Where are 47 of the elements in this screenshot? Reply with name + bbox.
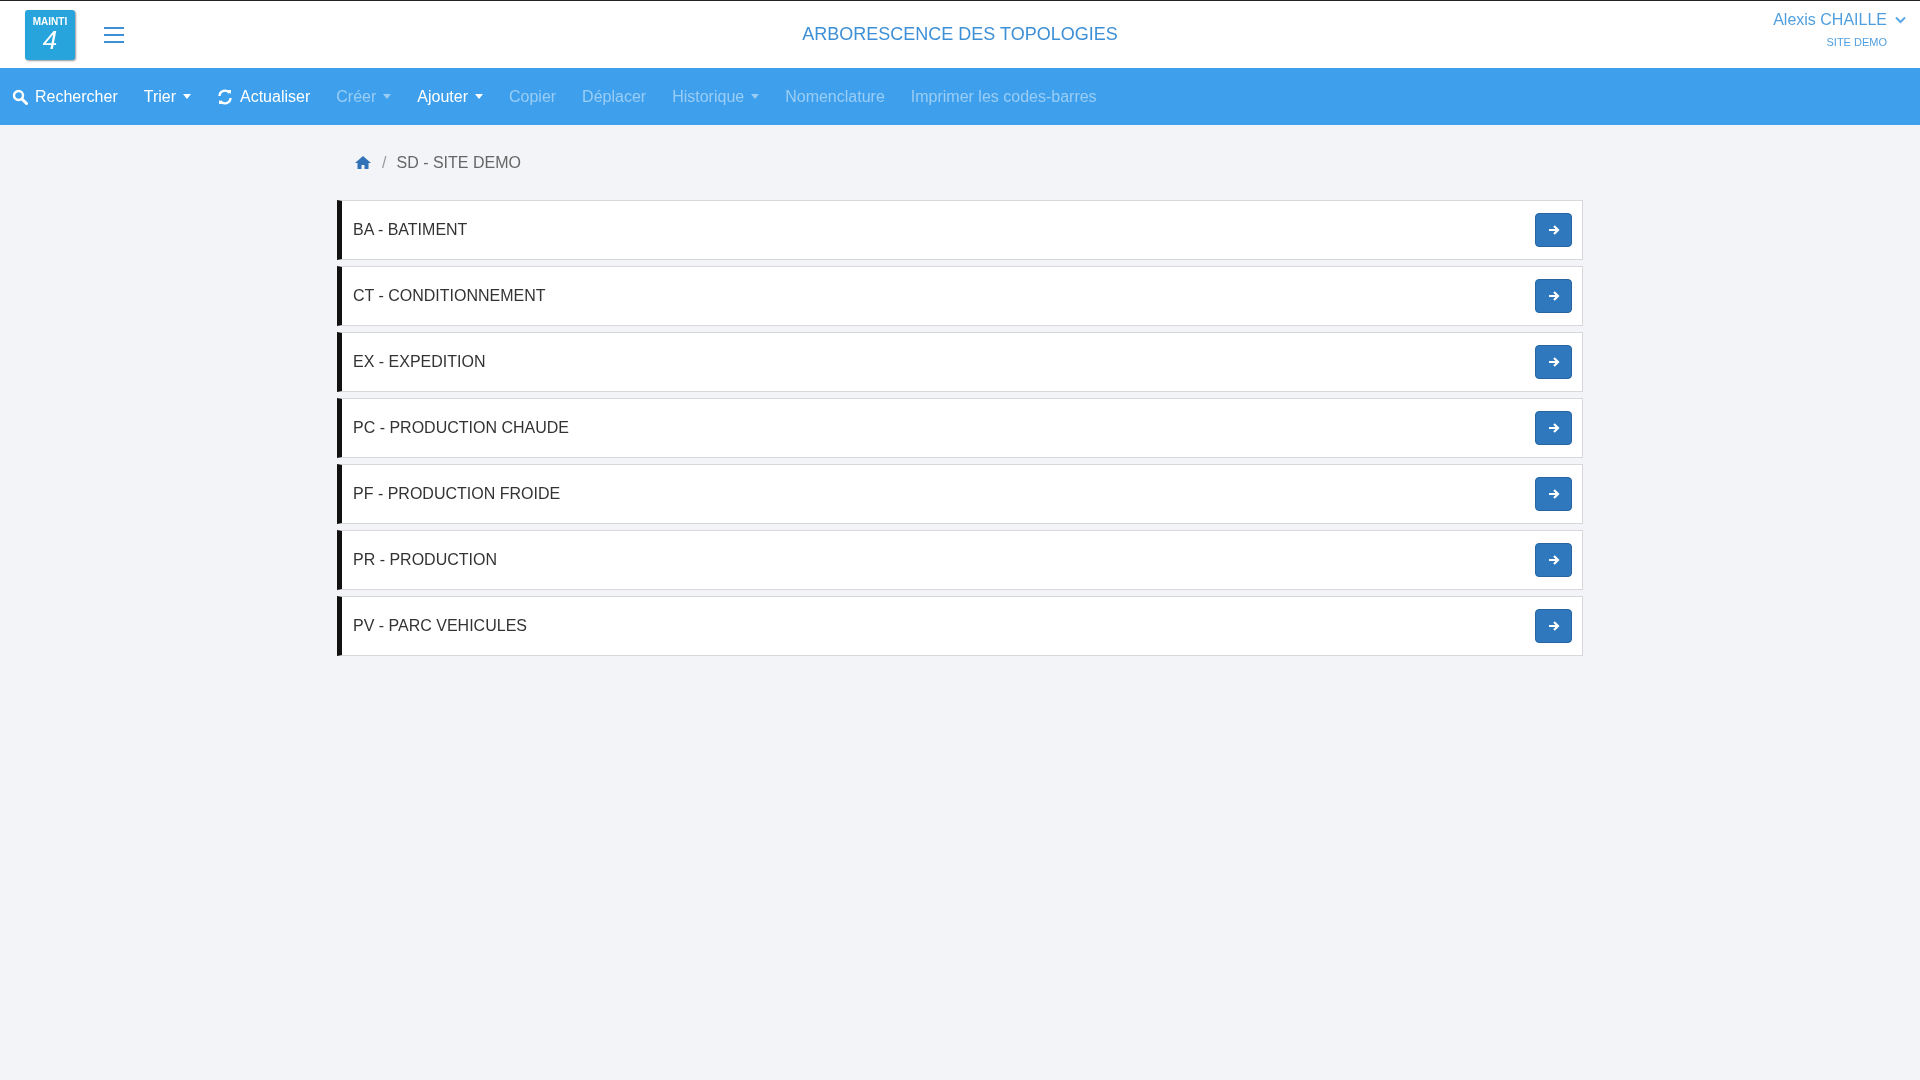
arrow-right-icon (1547, 620, 1560, 632)
list-row[interactable]: PV - PARC VEHICULES (337, 596, 1583, 656)
toolbar-button[interactable]: Ajouter (404, 68, 496, 125)
list-row[interactable]: BA - BATIMENT (337, 200, 1583, 260)
arrow-right-button[interactable] (1535, 609, 1572, 643)
row-label: PR - PRODUCTION (353, 551, 497, 569)
caret-icon (751, 94, 760, 99)
row-label: PF - PRODUCTION FROIDE (353, 485, 561, 503)
arrow-right-icon (1547, 290, 1560, 302)
arrow-right-icon (1547, 224, 1560, 236)
row-label: CT - CONDITIONNEMENT (353, 287, 546, 305)
list-row[interactable]: CT - CONDITIONNEMENT (337, 266, 1583, 326)
caret-icon (474, 94, 483, 99)
menu-icon[interactable] (103, 25, 125, 44)
caret-icon (383, 94, 392, 99)
arrow-right-button[interactable] (1535, 279, 1572, 313)
list-row[interactable]: EX - EXPEDITION (337, 332, 1583, 392)
search-icon (12, 88, 28, 105)
row-label: PC - PRODUCTION CHAUDE (353, 419, 569, 437)
arrow-right-button[interactable] (1535, 543, 1572, 577)
arrow-right-icon (1547, 356, 1560, 368)
row-label: PV - PARC VEHICULES (353, 617, 527, 635)
arrow-right-button[interactable] (1535, 345, 1572, 379)
breadcrumb-separator: / (382, 153, 387, 172)
chevron-down-icon[interactable] (1895, 16, 1906, 24)
row-label: BA - BATIMENT (353, 221, 468, 239)
home-icon[interactable] (354, 155, 372, 170)
breadcrumb-item[interactable]: SD - SITE DEMO (396, 153, 521, 172)
arrow-right-icon (1547, 554, 1560, 566)
arrow-right-button[interactable] (1535, 477, 1572, 511)
page-title: ARBORESCENCE DES TOPOLOGIES (801, 24, 1119, 45)
toolbar-button[interactable]: Actualiser (204, 68, 324, 125)
arrow-right-icon (1547, 488, 1560, 500)
list-row[interactable]: PR - PRODUCTION (337, 530, 1583, 590)
arrow-right-button[interactable] (1535, 411, 1572, 445)
caret-icon (183, 94, 191, 99)
app-logo[interactable]: MAINTI 4 (25, 9, 75, 60)
list-row[interactable]: PC - PRODUCTION CHAUDE (337, 398, 1583, 458)
toolbar-button[interactable]: Rechercher (0, 68, 131, 125)
row-label: EX - EXPEDITION (353, 353, 486, 371)
arrow-right-button[interactable] (1535, 213, 1572, 247)
user-site: SITE DEMO (1826, 36, 1887, 48)
arrow-right-icon (1547, 422, 1560, 434)
refresh-icon (217, 88, 233, 105)
user-name[interactable]: Alexis CHAILLE (1773, 11, 1887, 29)
toolbar-button[interactable]: Trier (130, 68, 204, 125)
list-row[interactable]: PF - PRODUCTION FROIDE (337, 464, 1583, 524)
